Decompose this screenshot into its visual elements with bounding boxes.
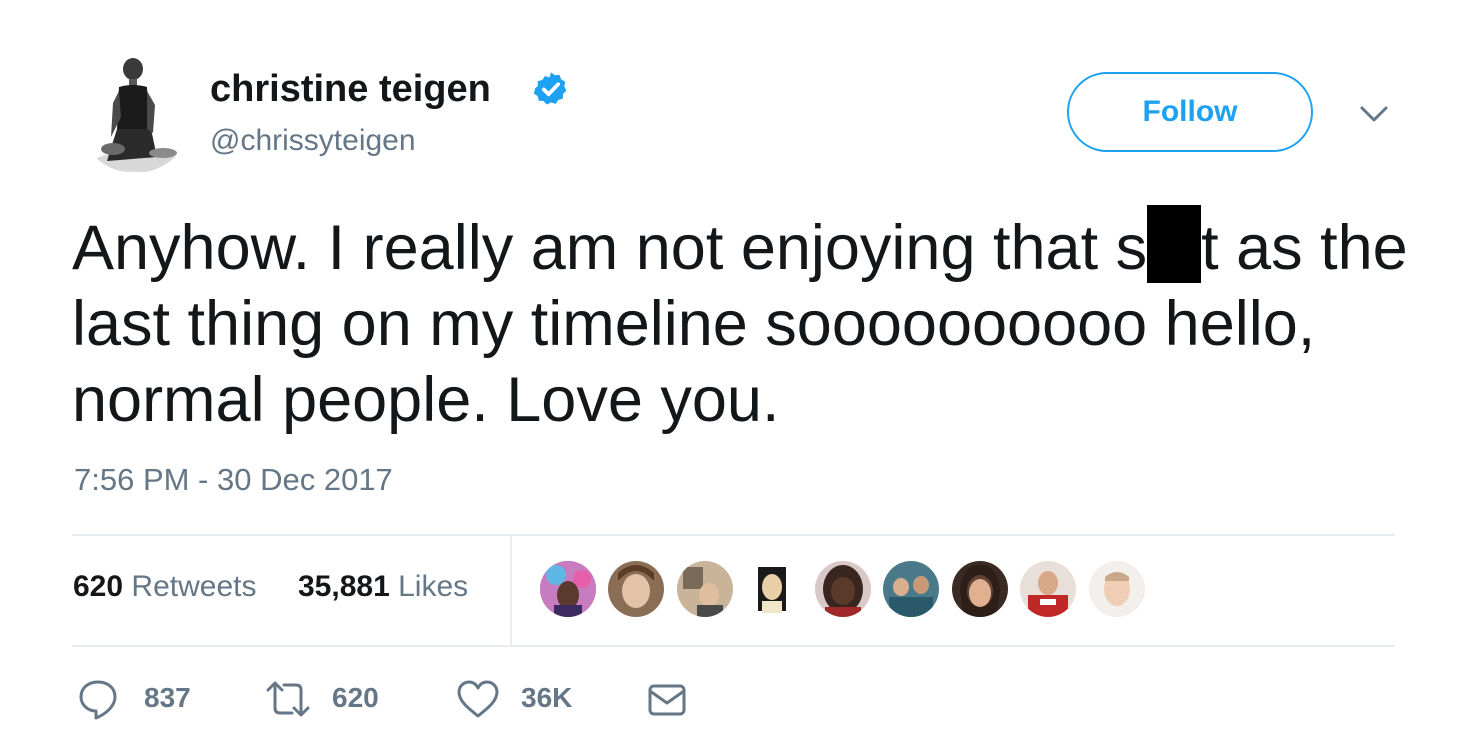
retweet-count: 620 <box>332 682 379 713</box>
liker-avatar-6[interactable] <box>883 561 939 617</box>
reply-icon <box>79 680 117 720</box>
tweet-card: christine teigen @chrissyteigen Follow A… <box>0 0 1480 751</box>
display-name[interactable]: christine teigen <box>210 68 491 111</box>
divider-bottom <box>72 645 1395 647</box>
user-handle[interactable]: @chrissyteigen <box>210 124 416 158</box>
retweets-label: Retweets <box>131 570 257 603</box>
likes-label: Likes <box>398 570 469 603</box>
chevron-down-icon[interactable] <box>1354 96 1394 132</box>
liker-avatar-5[interactable] <box>815 561 871 617</box>
liker-avatar-3[interactable] <box>677 561 733 617</box>
likes-count: 35,881 <box>298 570 390 603</box>
tweet-text: Anyhow. I really am not enjoying that st… <box>72 205 1412 438</box>
liker-avatar-1[interactable] <box>540 561 596 617</box>
envelope-icon <box>648 684 686 716</box>
profile-avatar[interactable] <box>77 57 193 173</box>
tweet-timestamp[interactable]: 7:56 PM - 30 Dec 2017 <box>74 462 393 498</box>
retweets-count: 620 <box>73 570 124 603</box>
heart-icon <box>457 680 499 718</box>
liker-avatar-7[interactable] <box>952 561 1008 617</box>
avatar-photo <box>77 57 193 173</box>
liker-avatar-2[interactable] <box>608 561 664 617</box>
liker-avatar-4[interactable] <box>746 561 796 617</box>
stats-separator <box>510 535 512 645</box>
like-action[interactable]: 36K <box>456 678 576 720</box>
reply-count: 837 <box>144 682 191 713</box>
likes-stat[interactable]: 35,881 Likes <box>298 570 468 604</box>
tweet-text-part-1: Anyhow. I really am not enjoying that s <box>72 213 1148 283</box>
retweet-action[interactable]: 620 <box>264 678 384 720</box>
liker-avatar-8[interactable] <box>1020 561 1076 617</box>
like-count: 36K <box>521 682 573 713</box>
direct-message-action[interactable] <box>646 678 690 720</box>
liker-avatar-9[interactable] <box>1089 561 1145 617</box>
follow-button[interactable]: Follow <box>1067 72 1313 152</box>
retweets-stat[interactable]: 620 Retweets <box>73 570 256 604</box>
divider-top <box>72 534 1395 536</box>
redaction-block <box>1147 205 1202 283</box>
reply-action[interactable]: 837 <box>78 678 198 720</box>
retweet-icon <box>266 681 310 717</box>
verified-badge-icon <box>533 72 567 105</box>
